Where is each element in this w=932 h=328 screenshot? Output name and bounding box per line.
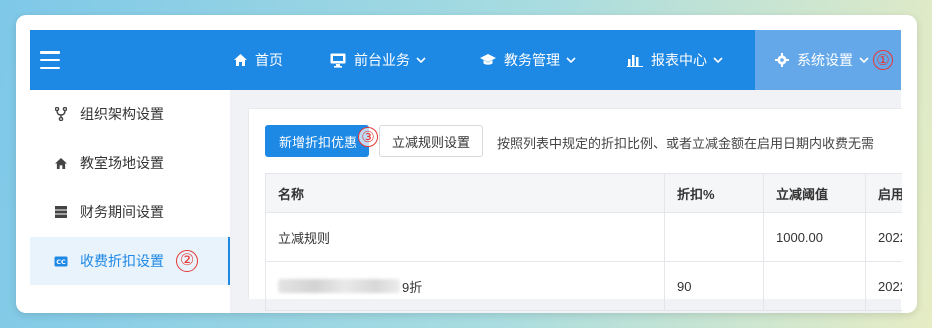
cell-name: 立减规则 xyxy=(266,213,665,261)
cc-icon: CC xyxy=(54,256,68,267)
discount-table: 名称 折扣% 立减阈值 启用 立减规则 1000.00 2022 9折 90 2… xyxy=(265,173,902,311)
sidebar-item-classroom[interactable]: 教室场地设置 xyxy=(30,139,230,187)
column-header-discount[interactable]: 折扣% xyxy=(665,174,764,212)
nav-front-desk-label: 前台业务 xyxy=(354,52,410,68)
cell-threshold: 1000.00 xyxy=(764,213,866,261)
annotation-marker-3: ③ xyxy=(358,127,378,147)
sidebar-item-label: 财务期间设置 xyxy=(80,204,164,220)
cell-discount xyxy=(665,213,764,261)
cell-name-visible: 9折 xyxy=(402,279,423,295)
nav-system-settings[interactable]: 系统设置 ① xyxy=(755,30,901,90)
column-header-threshold[interactable]: 立减阈值 xyxy=(764,174,866,212)
annotation-marker-2: ② xyxy=(176,250,198,272)
sidebar: 组织架构设置 教室场地设置 财务期间设置 CC 收费折扣设置 ② xyxy=(30,90,230,313)
chevron-down-icon xyxy=(713,57,723,63)
sidebar-item-label: 组织架构设置 xyxy=(80,106,164,122)
table-header-row: 名称 折扣% 立减阈值 启用 xyxy=(266,174,902,213)
hint-text: 按照列表中规定的折扣比例、或者立减金额在启用日期内收费无需 xyxy=(497,136,875,151)
gear-icon xyxy=(775,53,789,67)
home-icon xyxy=(54,157,68,169)
nav-reports-label: 报表中心 xyxy=(651,52,707,68)
nav-home-label: 首页 xyxy=(255,52,283,68)
sidebar-item-label: 收费折扣设置 xyxy=(80,253,164,269)
column-header-name[interactable]: 名称 xyxy=(266,174,665,212)
cell-name: 9折 xyxy=(266,262,665,310)
cell-enabled: 2022 xyxy=(878,229,902,245)
nav-home[interactable]: 首页 xyxy=(234,30,283,90)
bar-chart-icon xyxy=(627,53,643,67)
annotation-marker-1: ① xyxy=(873,50,893,70)
chevron-down-icon xyxy=(416,57,426,63)
sidebar-item-finance-period[interactable]: 财务期间设置 xyxy=(30,188,230,236)
top-navbar: 首页 前台业务 教务管理 报表中心 系统设置 ① xyxy=(30,30,901,90)
home-icon xyxy=(234,54,247,66)
nav-academic-label: 教务管理 xyxy=(504,52,560,68)
graduation-cap-icon xyxy=(480,54,496,66)
cell-discount: 90 xyxy=(665,262,764,310)
table-row[interactable]: 立减规则 1000.00 2022 xyxy=(266,213,902,262)
svg-text:CC: CC xyxy=(56,258,66,266)
cell-threshold xyxy=(764,262,866,310)
hamburger-menu-icon[interactable] xyxy=(40,51,60,69)
reduce-rule-settings-button[interactable]: 立减规则设置 xyxy=(379,125,483,157)
column-header-enabled[interactable]: 启用 xyxy=(866,174,902,212)
sidebar-item-org-structure[interactable]: 组织架构设置 xyxy=(30,90,230,138)
add-discount-label: 新增折扣优惠 xyxy=(279,134,358,150)
redacted-text xyxy=(278,279,400,293)
nav-front-desk[interactable]: 前台业务 xyxy=(330,30,426,90)
nav-system-settings-label: 系统设置 xyxy=(797,52,853,68)
sidebar-item-label: 教室场地设置 xyxy=(80,155,164,171)
chevron-down-icon xyxy=(859,57,869,63)
nav-academic[interactable]: 教务管理 xyxy=(480,30,576,90)
org-structure-icon xyxy=(54,107,68,121)
calendar-grid-icon xyxy=(54,206,68,218)
table-row[interactable]: 9折 90 2022 xyxy=(266,262,902,311)
sidebar-item-fee-discount[interactable]: CC 收费折扣设置 ② xyxy=(30,237,230,285)
add-discount-button[interactable]: 新增折扣优惠 xyxy=(265,125,369,157)
nav-reports[interactable]: 报表中心 xyxy=(627,30,723,90)
monitor-icon xyxy=(330,53,346,68)
chevron-down-icon xyxy=(566,57,576,63)
cell-enabled: 2022 xyxy=(878,278,902,294)
